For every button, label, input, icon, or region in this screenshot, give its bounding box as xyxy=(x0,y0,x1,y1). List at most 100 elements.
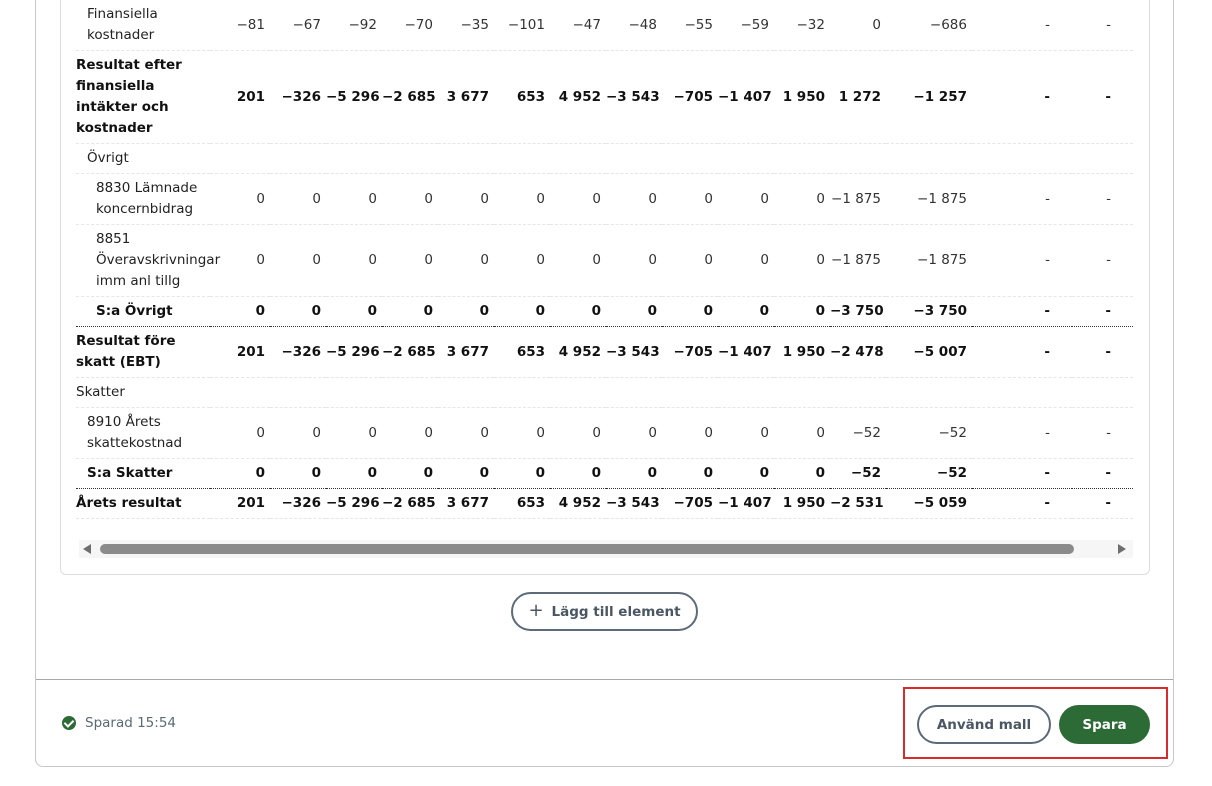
table-cell: 4 952 xyxy=(550,326,606,378)
table-cell xyxy=(210,377,270,408)
table-cell: - xyxy=(972,458,1072,489)
table-row: Finansiella kostnader −81 −67 −92 −70 −35 −101… xyxy=(76,0,1133,51)
check-circle-icon xyxy=(62,716,76,730)
table-cell: −92 xyxy=(326,0,382,51)
table-cell xyxy=(972,143,1072,174)
table-cell: 0 xyxy=(270,173,326,225)
table-cell xyxy=(830,377,886,408)
table-cell: −1 407 xyxy=(718,326,774,378)
table-cell: - xyxy=(1072,407,1133,459)
table-cell: −1 875 xyxy=(830,224,886,297)
table-cell: 0 xyxy=(382,224,438,297)
table-cell: 653 xyxy=(494,488,550,519)
save-button[interactable]: Spara xyxy=(1059,705,1150,744)
table-row: Övrigt xyxy=(76,143,1133,174)
table-cell: 0 xyxy=(326,296,382,327)
table-cell: - xyxy=(1072,488,1133,519)
row-label: S:a Skatter xyxy=(76,458,210,489)
table-cell xyxy=(774,377,830,408)
table-cell: −47 xyxy=(550,0,606,51)
table-cell: - xyxy=(1072,50,1133,144)
table-cell xyxy=(606,143,662,174)
table-cell: 3 677 xyxy=(438,50,494,144)
table-cell: 0 xyxy=(210,173,270,225)
table-cell: 201 xyxy=(210,326,270,378)
table-cell: 0 xyxy=(550,458,606,489)
table-cell: - xyxy=(972,50,1072,144)
table-cell xyxy=(972,377,1072,408)
table-cell: - xyxy=(1072,0,1133,51)
table-cell: −2 685 xyxy=(382,326,438,378)
table-row: Resultat efter finansiella intäkter och … xyxy=(76,50,1133,144)
footer-divider xyxy=(36,679,1173,680)
table-cell xyxy=(718,143,774,174)
table-cell: −1 407 xyxy=(718,488,774,519)
table-cell xyxy=(494,377,550,408)
table-cell: 0 xyxy=(210,458,270,489)
table-cell: 0 xyxy=(494,458,550,489)
table-cell xyxy=(886,377,972,408)
table-cell: −2 685 xyxy=(382,50,438,144)
table-cell: −2 685 xyxy=(382,488,438,519)
table-cell: −3 750 xyxy=(830,296,886,327)
use-template-button[interactable]: Använd mall xyxy=(917,705,1051,744)
row-label: Årets resultat xyxy=(76,488,210,519)
scrollbar-thumb[interactable] xyxy=(100,544,1074,554)
table-cell: −1 875 xyxy=(886,224,972,297)
table-cell: −1 257 xyxy=(886,50,972,144)
table-cell: 201 xyxy=(210,488,270,519)
table-cell xyxy=(774,143,830,174)
table-cell: 3 677 xyxy=(438,488,494,519)
income-statement-table: Finansiella kostnader −81 −67 −92 −70 −35 −101… xyxy=(76,0,1133,519)
row-label: Finansiella kostnader xyxy=(76,0,210,51)
table-cell: 0 xyxy=(494,296,550,327)
table-cell: −52 xyxy=(886,407,972,459)
row-label: Resultat efter finansiella intäkter och … xyxy=(76,50,210,144)
table-cell: 0 xyxy=(718,458,774,489)
table-row: 8830 Lämnade koncernbidrag 0 0 0 0 0 0 0 0 0 0 0 −1 … xyxy=(76,173,1133,225)
table-cell xyxy=(886,143,972,174)
table-cell: −2 531 xyxy=(830,488,886,519)
add-element-button[interactable]: + Lägg till element xyxy=(511,592,698,631)
table-cell: 0 xyxy=(718,173,774,225)
table-cell xyxy=(718,377,774,408)
table-cell xyxy=(494,143,550,174)
table-cell xyxy=(550,143,606,174)
table-cell: −48 xyxy=(606,0,662,51)
table-cell: 0 xyxy=(326,224,382,297)
table-cell: 0 xyxy=(662,224,718,297)
save-status: Sparad 15:54 xyxy=(62,715,176,731)
table-cell: 0 xyxy=(326,173,382,225)
table-cell: 0 xyxy=(438,173,494,225)
table-cell: 0 xyxy=(606,224,662,297)
table-cell: −686 xyxy=(886,0,972,51)
table-cell xyxy=(326,377,382,408)
table-row: S:a Skatter 0 0 0 0 0 0 0 0 0 0 0 −52 −52- - xyxy=(76,458,1133,489)
row-label: S:a Övrigt xyxy=(76,296,210,327)
horizontal-scrollbar[interactable] xyxy=(79,540,1133,558)
table-cell: - xyxy=(1072,458,1133,489)
table-cell: −70 xyxy=(382,0,438,51)
row-label: Övrigt xyxy=(76,143,210,174)
table-cell: −52 xyxy=(830,407,886,459)
table-cell: 0 xyxy=(494,224,550,297)
row-label: 8851 Överavskrivningar imm anl tillg xyxy=(76,224,220,297)
report-table-viewport[interactable]: Finansiella kostnader −81 −67 −92 −70 −35 −101… xyxy=(76,0,1133,530)
table-cell xyxy=(382,377,438,408)
scroll-right-arrow-icon[interactable] xyxy=(1118,544,1126,554)
table-cell: 0 xyxy=(606,296,662,327)
table-cell xyxy=(438,377,494,408)
table-cell: −3 543 xyxy=(606,488,662,519)
table-cell: −3 750 xyxy=(886,296,972,327)
table-cell: 0 xyxy=(662,173,718,225)
table-cell: 0 xyxy=(494,407,550,459)
table-cell xyxy=(270,143,326,174)
table-cell: 0 xyxy=(438,296,494,327)
scroll-left-arrow-icon[interactable] xyxy=(83,544,91,554)
table-cell: −32 xyxy=(774,0,830,51)
table-cell: - xyxy=(972,407,1072,459)
table-cell: 0 xyxy=(718,224,774,297)
table-cell: 1 272 xyxy=(830,50,886,144)
table-cell: 0 xyxy=(326,458,382,489)
table-cell: 0 xyxy=(774,173,830,225)
